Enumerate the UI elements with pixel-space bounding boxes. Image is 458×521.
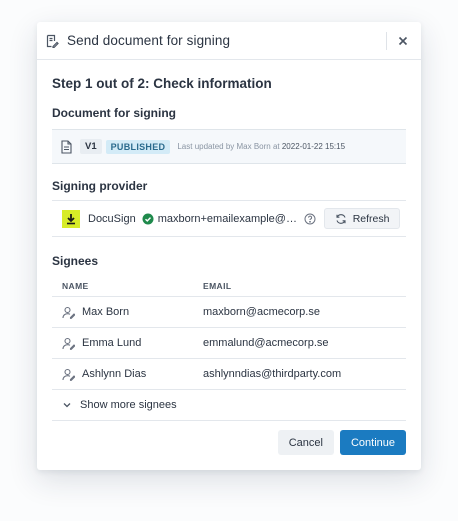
signee-email: ashlynndias@thirdparty.com	[203, 368, 342, 380]
send-for-signing-dialog: Send document for signing Step 1 out of …	[37, 22, 421, 470]
provider-name: DocuSign	[88, 212, 136, 225]
user-icon	[62, 368, 75, 381]
last-updated: Last updated by Max Born at 2022-01-22 1…	[177, 142, 345, 151]
document-sign-icon	[45, 34, 59, 48]
table-row: Max Born maxborn@acmecorp.se	[52, 297, 406, 328]
document-section-title: Document for signing	[52, 106, 176, 120]
backdrop: Send document for signing Step 1 out of …	[0, 0, 458, 521]
table-row: Emma Lund emmalund@acmecorp.se	[52, 328, 406, 359]
refresh-label: Refresh	[352, 212, 390, 225]
verified-check-icon	[142, 213, 154, 225]
provider-row: DocuSign maxborn+emailexample@acmecorp.s…	[52, 200, 406, 237]
user-icon	[62, 337, 75, 350]
column-header-email: EMAIL	[203, 280, 232, 291]
document-icon	[61, 139, 72, 154]
signee-name: Emma Lund	[82, 337, 142, 349]
signees-section-title: Signees	[52, 254, 99, 268]
help-icon[interactable]	[304, 213, 316, 225]
cancel-button[interactable]: Cancel	[277, 430, 334, 455]
step-title: Step 1 out of 2: Check information	[52, 76, 272, 91]
last-updated-label: Last updated by Max Born at	[177, 142, 282, 151]
dialog-footer: Cancel Continue	[277, 430, 406, 455]
table-header: NAME EMAIL	[52, 275, 406, 297]
signees-table: NAME EMAIL Max Born maxborn@acmecorp.se …	[52, 275, 406, 421]
chevron-down-icon	[62, 400, 72, 410]
dialog-header: Send document for signing	[37, 22, 421, 60]
table-row: Ashlynn Dias ashlynndias@thirdparty.com	[52, 359, 406, 390]
continue-button[interactable]: Continue	[339, 430, 406, 455]
signee-name: Ashlynn Dias	[82, 368, 147, 380]
column-header-name: NAME	[62, 280, 89, 291]
provider-account: maxborn+emailexample@acmecorp.se	[157, 212, 298, 225]
status-badge: PUBLISHED	[105, 139, 171, 154]
user-icon	[62, 306, 75, 319]
refresh-button[interactable]: Refresh	[323, 208, 401, 229]
show-more-label: Show more signees	[80, 399, 177, 411]
docusign-logo-icon	[62, 209, 80, 228]
signee-email: maxborn@acmecorp.se	[203, 306, 320, 318]
show-more-signees-button[interactable]: Show more signees	[52, 390, 406, 421]
refresh-icon	[335, 213, 347, 225]
document-summary: V1 PUBLISHED Last updated by Max Born at…	[52, 129, 406, 164]
signee-email: emmalund@acmecorp.se	[203, 337, 329, 349]
version-badge: V1	[80, 139, 102, 154]
header-divider	[386, 31, 387, 50]
provider-section-title: Signing provider	[52, 179, 148, 193]
signee-name: Max Born	[82, 306, 130, 318]
dialog-title: Send document for signing	[67, 33, 231, 48]
last-updated-time: 2022-01-22 15:15	[281, 142, 346, 151]
close-icon[interactable]	[397, 35, 409, 47]
